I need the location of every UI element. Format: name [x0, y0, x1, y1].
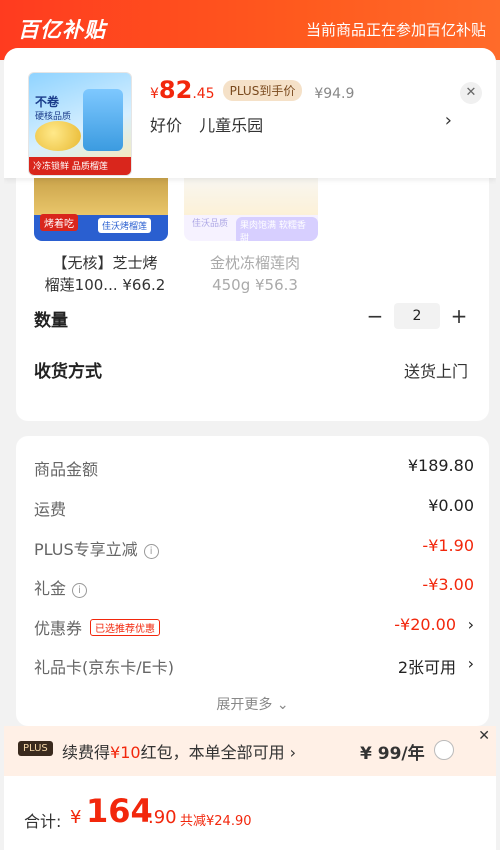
thumb-text-3: 冷冻锁鲜 品质榴莲	[33, 162, 108, 172]
related-product-text: 金枕冻榴莲肉 450g ¥56.3	[190, 252, 320, 296]
fee-row-coupon[interactable]: 优惠券 已选推荐优惠 -¥20.00 ›	[34, 615, 474, 639]
thumb-text-2: 硬核品质	[35, 112, 72, 122]
product-bag-image	[83, 89, 123, 151]
plus-text-b: 红包，本单全部可用 ›	[140, 743, 297, 762]
total-saving: 共减¥24.90	[180, 814, 252, 829]
related-title: 【无核】芝士烤	[52, 254, 158, 272]
related-badge: 佳沃品质	[192, 219, 229, 229]
fee-row-shipping: 运费 ¥0.00	[34, 496, 474, 520]
product-header: 不卷 硬核品质 冷冻锁鲜 品质榴莲 ¥ 82 .45 PLUS到手价 ¥94.9…	[4, 48, 496, 178]
tag-kids-park: 儿童乐园	[199, 116, 264, 135]
related-product-card[interactable]: 烤着吃 佳沃烤榴莲 【无核】芝士烤 榴莲100... ¥66.2	[34, 176, 168, 303]
coupon-badge: 已选推荐优惠	[90, 619, 161, 636]
fee-label: 商品金额	[34, 460, 99, 479]
related-line2: 450g ¥56.3	[212, 276, 298, 294]
original-price: ¥94.9	[314, 86, 355, 102]
close-icon[interactable]: ✕	[478, 728, 490, 744]
fee-label: 运费	[34, 500, 67, 519]
plus-text-a: 续费得	[62, 743, 111, 762]
related-sub-badge: 佳沃烤榴莲	[98, 218, 152, 233]
product-tags[interactable]: 好价 儿童乐园	[150, 112, 275, 136]
fee-label: 优惠券 已选推荐优惠	[34, 615, 161, 639]
plus-logo: PLUS	[18, 741, 53, 756]
related-products: 烤着吃 佳沃烤榴莲 【无核】芝士烤 榴莲100... ¥66.2 佳沃品质 果肉…	[16, 176, 489, 421]
chevron-right-icon[interactable]: ›	[468, 615, 474, 634]
fee-breakdown: 商品金额 ¥189.80 运费 ¥0.00 PLUS专享立减 i -¥1.90 礼…	[16, 436, 489, 726]
fee-value: -¥3.00	[422, 575, 474, 594]
purchase-sheet: 不卷 硬核品质 冷冻锁鲜 品质榴莲 ¥ 82 .45 PLUS到手价 ¥94.9…	[4, 48, 496, 850]
tag-good-price: 好价	[150, 116, 183, 135]
quantity-stepper: − 2 +	[362, 303, 472, 329]
related-product-card[interactable]: 佳沃品质 果肉饱满 软糯香甜 金枕冻榴莲肉 450g ¥56.3	[184, 176, 318, 303]
related-line2: 榴莲100... ¥66.2	[44, 276, 166, 294]
increment-button[interactable]: +	[446, 304, 472, 328]
price-integer: 82	[158, 76, 193, 104]
price-decimal: .45	[192, 86, 215, 102]
fee-row-goods: 商品金额 ¥189.80	[34, 456, 474, 480]
quantity-input[interactable]: 2	[394, 303, 440, 329]
durian-image	[35, 121, 81, 151]
plus-offer-text: 续费得¥10红包，本单全部可用 ›	[62, 739, 296, 763]
related-sub-badge: 果肉饱满 软糯香甜	[236, 217, 318, 241]
subsidy-logo: 百亿补贴	[18, 18, 106, 42]
related-product-image: 佳沃品质 果肉饱满 软糯香甜	[184, 176, 318, 241]
related-title: 金枕冻榴莲肉	[209, 254, 300, 272]
expand-more-label: 展开更多	[216, 697, 273, 713]
fee-value: ¥189.80	[407, 456, 474, 475]
quantity-label: 数量	[34, 311, 68, 331]
fee-label-text: 礼金	[34, 579, 67, 598]
chevron-down-icon: ⌄	[276, 697, 289, 713]
fee-row-plus-discount: PLUS专享立减 i -¥1.90	[34, 536, 474, 560]
plus-price-tag: PLUS到手价	[222, 80, 303, 101]
fee-row-gift-card[interactable]: 礼品卡(京东卡/E卡) 2张可用 ›	[34, 654, 474, 678]
plus-text-highlight: ¥10	[110, 743, 141, 762]
fee-label: 礼品卡(京东卡/E卡)	[34, 658, 174, 677]
fee-value: 2张可用	[397, 658, 456, 677]
price-symbol: ¥	[150, 86, 159, 102]
related-product-text: 【无核】芝士烤 榴莲100... ¥66.2	[40, 252, 170, 296]
info-icon[interactable]: i	[72, 583, 88, 598]
plus-renewal-banner[interactable]: PLUS 续费得¥10红包，本单全部可用 › ¥ 99/年 ✕	[4, 726, 496, 776]
info-icon[interactable]: i	[143, 544, 159, 559]
total-symbol: ¥	[70, 807, 82, 828]
related-badge: 烤着吃	[40, 214, 78, 231]
expand-more-button[interactable]: 展开更多 ⌄	[16, 694, 489, 714]
chevron-right-icon[interactable]: ›	[445, 110, 452, 131]
plus-price: ¥ 99/年	[360, 744, 425, 764]
total-integer: 164	[86, 792, 153, 830]
fee-value: -¥1.90	[422, 536, 474, 555]
fee-label: 礼金 i	[34, 575, 88, 599]
close-button[interactable]: ✕	[460, 82, 482, 104]
product-thumbnail[interactable]: 不卷 硬核品质 冷冻锁鲜 品质榴莲	[28, 72, 132, 176]
decrement-button[interactable]: −	[362, 304, 388, 328]
shipping-value[interactable]: 送货上门	[404, 358, 468, 382]
plus-select-radio[interactable]	[434, 740, 454, 760]
shipping-label: 收货方式	[34, 362, 102, 382]
fee-value: ¥0.00	[428, 496, 474, 515]
fee-label-text: 优惠券	[34, 619, 83, 638]
price-row: ¥ 82 .45 PLUS到手价 ¥94.9	[150, 76, 354, 106]
fee-label-text: PLUS专享立减	[34, 540, 138, 559]
fee-label: PLUS专享立减 i	[34, 536, 159, 560]
chevron-right-icon[interactable]: ›	[468, 654, 474, 673]
fee-value: -¥20.00	[394, 615, 456, 634]
thumb-text-1: 不卷	[35, 95, 60, 109]
total-label: 合计:	[24, 812, 62, 831]
fee-row-gift-cash: 礼金 i -¥3.00	[34, 575, 474, 599]
subsidy-note: 当前商品正在参加百亿补贴	[305, 21, 486, 39]
related-product-image: 烤着吃 佳沃烤榴莲	[34, 176, 168, 241]
checkout-footer: 合计: ¥ 164 .90 共减¥24.90	[4, 776, 496, 850]
total-decimal: .90	[148, 807, 177, 828]
